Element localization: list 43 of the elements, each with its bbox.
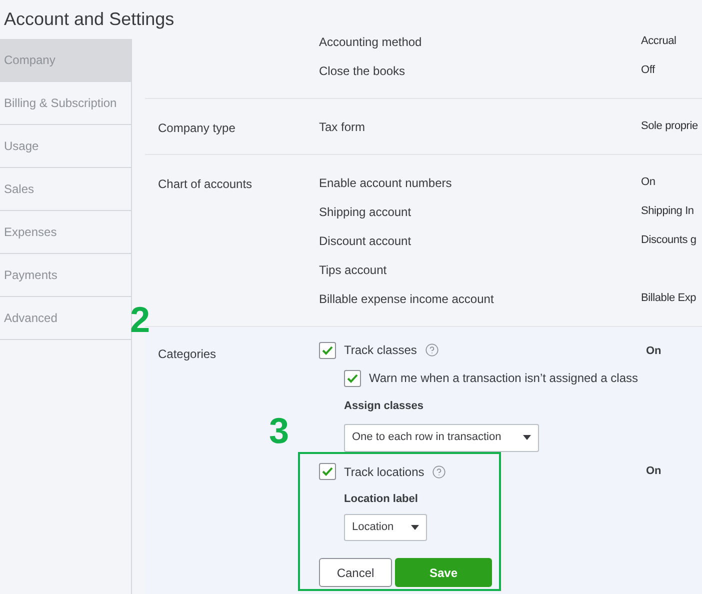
setting-value: On [641,175,656,190]
caret-icon [411,525,419,530]
setting-value: Off [641,63,655,78]
setting-value-label: Tax form [319,120,366,134]
setting-value: Billable Exp [641,291,696,306]
checkbox-label: Track locations [344,464,424,480]
checkmark-icon [322,346,333,354]
annotation-number: 2 [130,302,150,338]
setting-value-label: Tips account [319,262,387,276]
field-label: Location label [344,492,419,506]
setting-value-label: Accounting method [319,34,422,48]
page-title: Account and Settings [4,8,174,31]
checkmark-icon [347,374,358,382]
checkmark-icon [322,467,333,476]
cancel-button[interactable]: Cancel [319,558,392,587]
help-icon[interactable] [432,464,446,478]
checkbox[interactable] [344,370,361,386]
annotation-number: 3 [269,413,290,449]
checkbox[interactable] [319,463,336,480]
setting-value-label: Shipping account [319,204,412,218]
checkbox-label: Track classes [344,342,417,359]
setting-value: Shipping In [641,204,694,220]
setting-value: Accrual [641,34,676,50]
checkbox-label: Warn me when a transaction isn’t assigned a class [369,370,638,387]
setting-value-label: Close the books [319,64,406,78]
save-button[interactable]: Save [395,558,492,587]
setting-value: On [646,344,662,359]
section-label: Chart of accounts [158,177,252,191]
setting-value-label: Enable account numbers [319,176,452,190]
section-label: Categories [158,347,216,361]
section-label: Company type [158,121,236,135]
setting-value: Discounts g [641,233,696,248]
setting-value: On [646,464,662,478]
setting-value: Sole proprie [641,119,698,134]
caret-icon [523,435,531,440]
checkbox[interactable] [319,342,336,358]
help-icon[interactable] [424,343,439,357]
field-label: Assign classes [344,399,424,414]
dropdown[interactable]: Location [344,514,427,541]
dropdown[interactable]: One to each row in transaction [344,424,539,452]
setting-value-label: Billable expense income account [319,292,494,306]
setting-value-label: Discount account [319,234,412,248]
sidebar-item[interactable]: Company [0,39,131,82]
